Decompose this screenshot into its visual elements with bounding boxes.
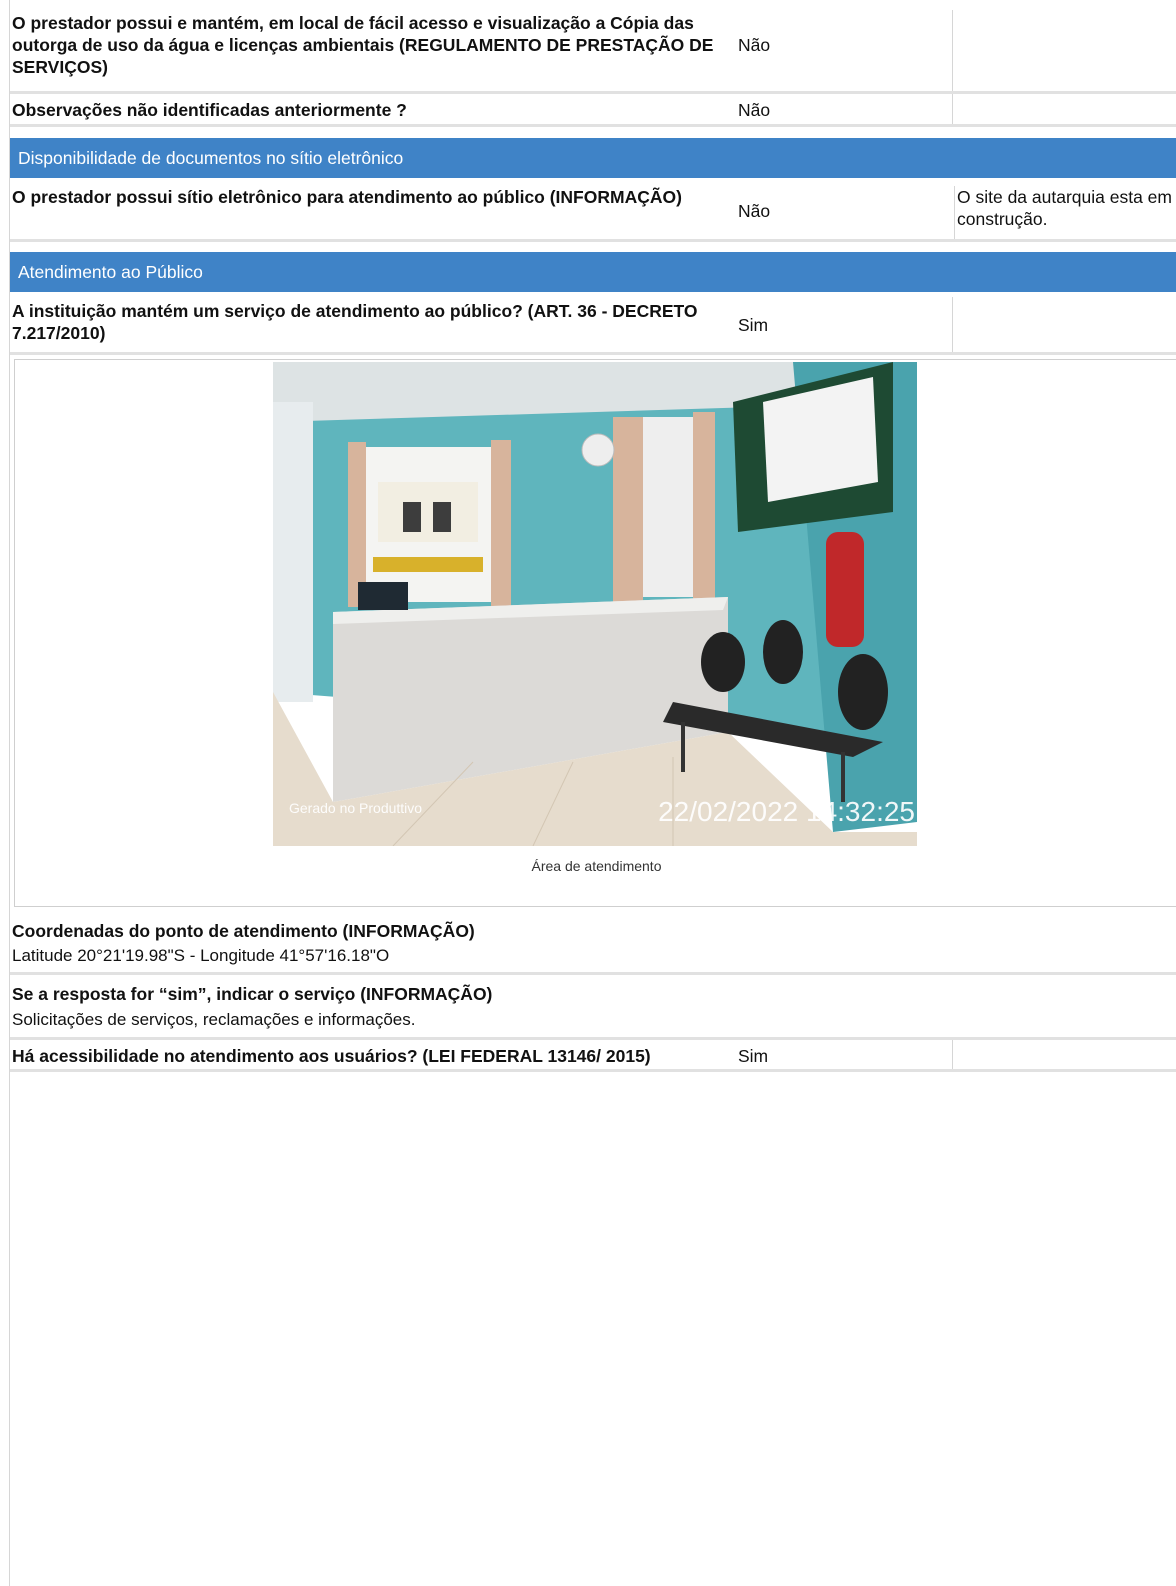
section-header-documentos: Disponibilidade de documentos no sítio e… [10,138,1176,178]
service-area-illustration [273,362,917,846]
service-area-photo: Gerado no Produttivo 22/02/2022 14:32:25 [273,362,917,846]
column-divider [952,94,953,124]
checklist-row: Há acessibilidade no atendimento aos usu… [10,1040,1176,1072]
column-divider [952,10,953,91]
section-header-atendimento: Atendimento ao Público [10,252,1176,292]
checklist-row: A instituição mantém um serviço de atend… [10,297,1176,355]
photo-caption: Área de atendimento [531,858,662,874]
question-text: Há acessibilidade no atendimento aos usu… [12,1046,651,1066]
info-row-coordinates: Coordenadas do ponto de atendimento (INF… [10,912,1176,975]
info-row-service: Se a resposta for “sim”, indicar o servi… [10,975,1176,1040]
service-title: Se a resposta for “sim”, indicar o servi… [12,984,493,1004]
checklist-row: O prestador possui sítio eletrônico para… [10,183,1176,242]
column-divider [952,1040,953,1069]
answer-value: Não [738,201,771,221]
question-text: A instituição mantém um serviço de atend… [12,301,698,343]
column-divider [952,297,953,352]
question-text: O prestador possui e mantém, em local de… [12,13,714,77]
answer-value: Sim [738,1046,769,1066]
photo-watermark-app: Gerado no Produttivo [289,800,423,816]
checklist-row: Observações não identificadas anteriorme… [10,94,1176,127]
answer-value: Não [738,100,771,120]
photo-attachment: Gerado no Produttivo 22/02/2022 14:32:25… [14,359,1176,907]
coordinates-title: Coordenadas do ponto de atendimento (INF… [12,921,475,941]
checklist-row: O prestador possui e mantém, em local de… [10,10,1176,94]
question-text: Observações não identificadas anteriorme… [12,100,407,120]
coordinates-value: Latitude 20°21'19.98"S - Longitude 41°57… [12,946,390,965]
report-page: O prestador possui e mantém, em local de… [9,0,1176,1586]
answer-value: Não [738,35,771,55]
observation-text: O site da autarquia esta em construção. [954,186,1176,239]
service-value: Solicitações de serviços, reclamações e … [12,1010,416,1029]
question-text: O prestador possui sítio eletrônico para… [12,187,682,207]
photo-timestamp: 22/02/2022 14:32:25 [658,796,915,827]
answer-value: Sim [738,315,769,335]
